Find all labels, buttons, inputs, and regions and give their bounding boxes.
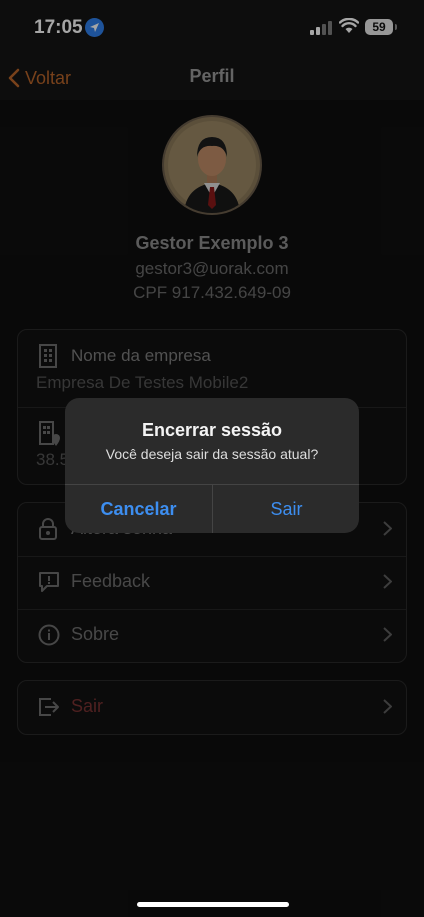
home-indicator[interactable] [137, 902, 289, 907]
alert-message: Você deseja sair da sessão atual? [105, 446, 319, 462]
alert-title: Encerrar sessão [141, 420, 283, 440]
confirm-logout-button[interactable]: Sair [213, 485, 359, 533]
cancel-button[interactable]: Cancelar [65, 485, 212, 533]
logout-alert-dialog: Encerrar sessão Você deseja sair da sess… [65, 398, 359, 533]
